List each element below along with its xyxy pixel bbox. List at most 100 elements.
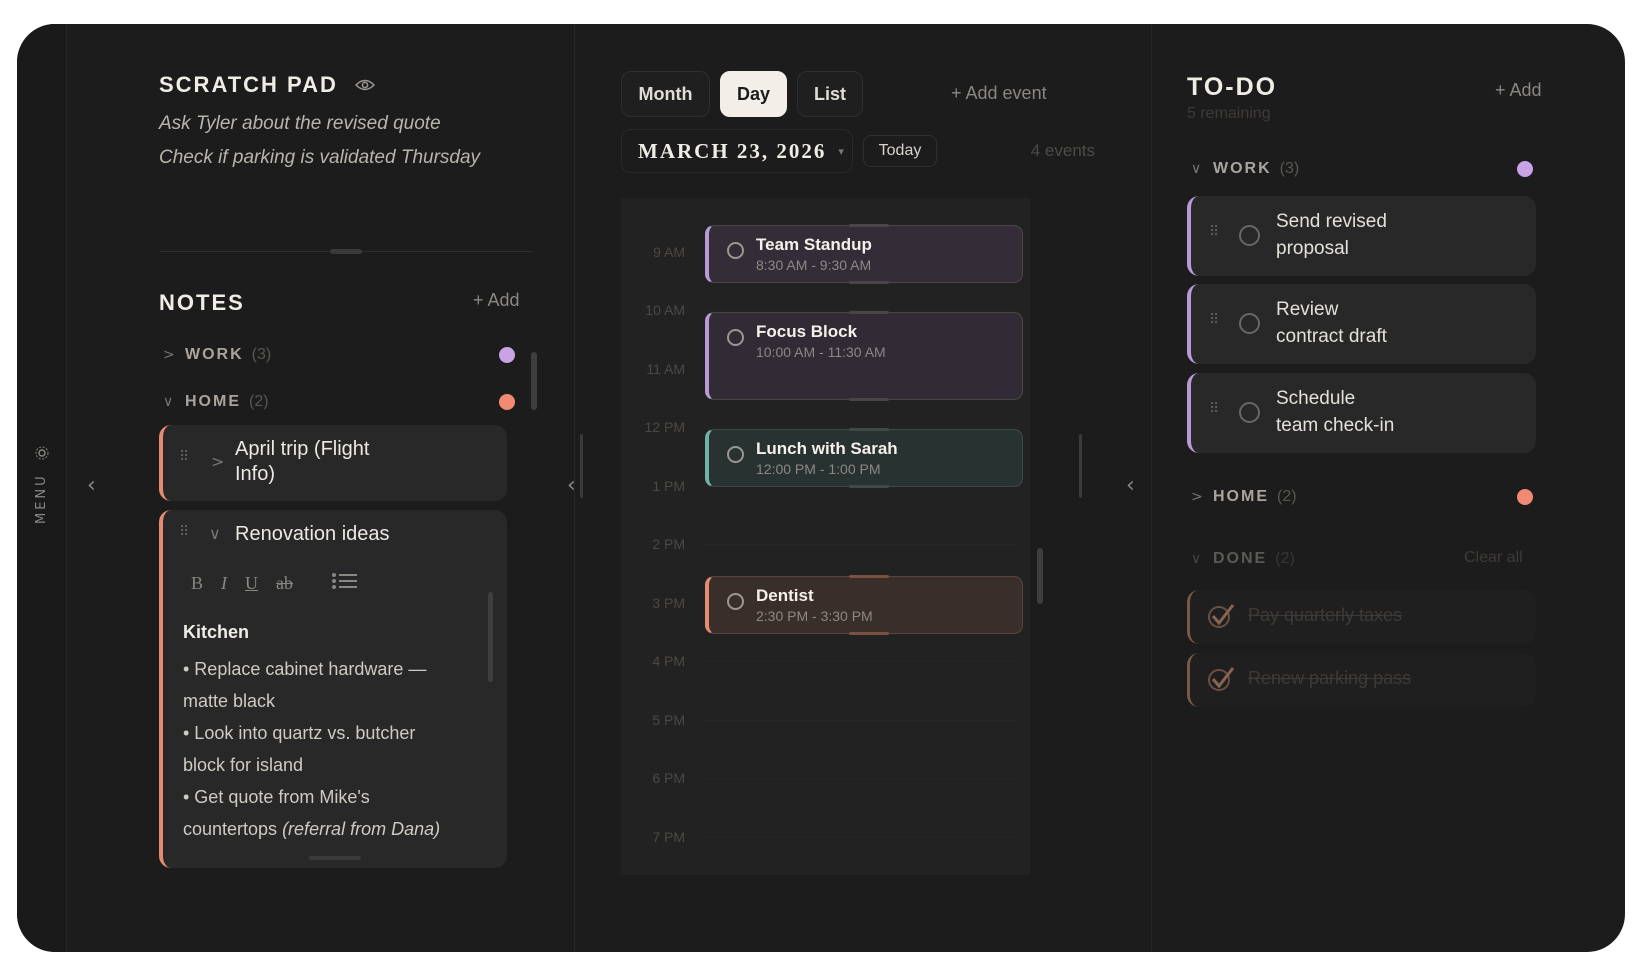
- gear-icon[interactable]: [35, 446, 49, 460]
- todo-text: Review contract draft: [1276, 296, 1496, 350]
- scratch-pad-line[interactable]: Check if parking is validated Thursday: [159, 147, 480, 169]
- add-note-button[interactable]: + Add: [473, 290, 520, 311]
- drag-handle-icon[interactable]: ⠿: [1209, 402, 1219, 416]
- event-check-circle[interactable]: [727, 446, 744, 463]
- note-card-april-trip[interactable]: ⠿ > April trip (Flight Info): [159, 425, 507, 501]
- bold-button[interactable]: B: [191, 573, 203, 594]
- checkmark-icon[interactable]: [1206, 602, 1236, 634]
- notes-group-work[interactable]: > WORK (3): [163, 343, 271, 367]
- done-text: Pay quarterly taxes: [1248, 605, 1403, 625]
- event-lunch-with-sarah[interactable]: Lunch with Sarah 12:00 PM - 1:00 PM: [705, 428, 1023, 488]
- todo-item[interactable]: ⠿ Schedule team check-in: [1187, 373, 1536, 453]
- group-name: WORK: [185, 346, 244, 363]
- event-focus-block[interactable]: Focus Block 10:00 AM - 11:30 AM: [705, 311, 1023, 401]
- collapse-right-icon[interactable]: ‹: [1126, 475, 1135, 497]
- add-event-button[interactable]: + Add event: [951, 83, 1047, 104]
- note-card-renovation[interactable]: ⠿ ∨ Renovation ideas B I U ab Kitchen • …: [159, 510, 507, 868]
- hour-label: 11 AM: [646, 361, 685, 377]
- event-time: 8:30 AM - 9:30 AM: [756, 257, 872, 273]
- drag-handle-icon[interactable]: ⠿: [1209, 313, 1219, 327]
- chevron-down-icon[interactable]: ∨: [209, 524, 221, 543]
- todo-text-line: Schedule: [1276, 388, 1356, 409]
- note-title-line: Info): [235, 463, 276, 485]
- done-item[interactable]: Pay quarterly taxes: [1187, 590, 1536, 644]
- menu-rail[interactable]: MENU: [17, 24, 67, 952]
- view-day-button[interactable]: Day: [720, 71, 787, 117]
- notes-scrollbar[interactable]: [531, 352, 537, 410]
- note-editor[interactable]: Kitchen • Replace cabinet hardware — mat…: [183, 622, 483, 845]
- day-timeline[interactable]: 9 AM 10 AM 11 AM 12 PM 1 PM 2 PM 3 PM 4 …: [621, 198, 1030, 875]
- todo-text-line: contract draft: [1276, 326, 1387, 347]
- todo-checkbox[interactable]: [1239, 313, 1260, 334]
- resize-handle[interactable]: [849, 485, 889, 488]
- eye-icon[interactable]: [354, 77, 376, 96]
- resize-handle[interactable]: [849, 311, 889, 314]
- todo-checkbox[interactable]: [1239, 402, 1260, 423]
- notes-group-home[interactable]: ∨ HOME (2): [163, 390, 269, 414]
- event-dentist[interactable]: Dentist 2:30 PM - 3:30 PM: [705, 575, 1023, 635]
- timeline-scrollbar[interactable]: [1037, 548, 1043, 604]
- italic-button[interactable]: I: [221, 573, 227, 594]
- scratch-pad-line[interactable]: Ask Tyler about the revised quote: [159, 113, 441, 135]
- group-name: HOME: [185, 393, 241, 410]
- hour-label: 3 PM: [652, 595, 685, 611]
- hour-label: 2 PM: [652, 536, 685, 552]
- view-list-button[interactable]: List: [797, 71, 863, 117]
- todo-group-done[interactable]: ∨ DONE (2): [1191, 547, 1295, 571]
- resize-handle[interactable]: [849, 398, 889, 401]
- todo-item[interactable]: ⠿ Review contract draft: [1187, 284, 1536, 364]
- group-count: (2): [1275, 550, 1295, 567]
- collapse-left-icon[interactable]: ‹: [87, 475, 96, 497]
- done-item[interactable]: Renew parking pass: [1187, 653, 1536, 707]
- bullet-list-icon[interactable]: [331, 572, 358, 595]
- todo-title: TO-DO: [1187, 73, 1278, 101]
- resize-handle[interactable]: [330, 249, 362, 254]
- resize-handle[interactable]: [849, 224, 889, 227]
- drag-handle-icon[interactable]: ⠿: [179, 450, 189, 464]
- event-time: 10:00 AM - 11:30 AM: [756, 344, 886, 360]
- note-line: matte black: [183, 691, 276, 711]
- event-check-circle[interactable]: [727, 242, 744, 259]
- note-heading: Kitchen: [183, 622, 250, 642]
- today-button[interactable]: Today: [863, 135, 937, 167]
- resize-handle[interactable]: [849, 632, 889, 635]
- view-month-button[interactable]: Month: [621, 71, 710, 117]
- note-title[interactable]: Renovation ideas: [235, 522, 390, 547]
- event-check-circle[interactable]: [727, 329, 744, 346]
- resize-handle[interactable]: [849, 575, 889, 578]
- todo-item[interactable]: ⠿ Send revised proposal: [1187, 196, 1536, 276]
- chevron-right-icon[interactable]: >: [211, 452, 224, 471]
- panel-resize-handle[interactable]: [1079, 434, 1082, 498]
- todo-group-work[interactable]: ∨ WORK (3): [1191, 157, 1299, 181]
- clear-all-button[interactable]: Clear all: [1464, 549, 1523, 567]
- event-title: Lunch with Sarah: [756, 439, 898, 458]
- add-todo-button[interactable]: + Add: [1495, 80, 1542, 101]
- collapse-mid-icon[interactable]: ‹: [567, 475, 576, 497]
- note-scrollbar[interactable]: [488, 592, 493, 682]
- todo-text-line: proposal: [1276, 238, 1349, 259]
- resize-handle[interactable]: [849, 281, 889, 284]
- drag-handle-icon[interactable]: ⠿: [179, 525, 189, 539]
- event-time: 12:00 PM - 1:00 PM: [756, 461, 881, 477]
- event-title: Team Standup: [756, 235, 872, 254]
- menu-label[interactable]: MENU: [34, 473, 49, 524]
- date-picker[interactable]: MARCH 23, 2026 ▾: [621, 129, 853, 173]
- hour-gridline: [703, 661, 1020, 662]
- drag-handle-icon[interactable]: ⠿: [1209, 225, 1219, 239]
- note-line: • Get quote from Mike's: [183, 787, 370, 807]
- home-color-dot: [1517, 489, 1533, 505]
- resize-handle[interactable]: [309, 856, 361, 860]
- strikethrough-button[interactable]: ab: [276, 573, 293, 594]
- event-check-circle[interactable]: [727, 593, 744, 610]
- checkmark-icon[interactable]: [1206, 665, 1236, 697]
- resize-handle[interactable]: [849, 428, 889, 431]
- event-title: Focus Block: [756, 322, 858, 341]
- group-count: (2): [1277, 488, 1297, 505]
- event-title: Dentist: [756, 586, 814, 605]
- underline-button[interactable]: U: [245, 573, 258, 594]
- group-count: (3): [251, 346, 272, 363]
- event-team-standup[interactable]: Team Standup 8:30 AM - 9:30 AM: [705, 224, 1023, 284]
- todo-group-home[interactable]: > HOME (2): [1191, 485, 1297, 509]
- todo-checkbox[interactable]: [1239, 225, 1260, 246]
- group-count: (3): [1279, 160, 1300, 177]
